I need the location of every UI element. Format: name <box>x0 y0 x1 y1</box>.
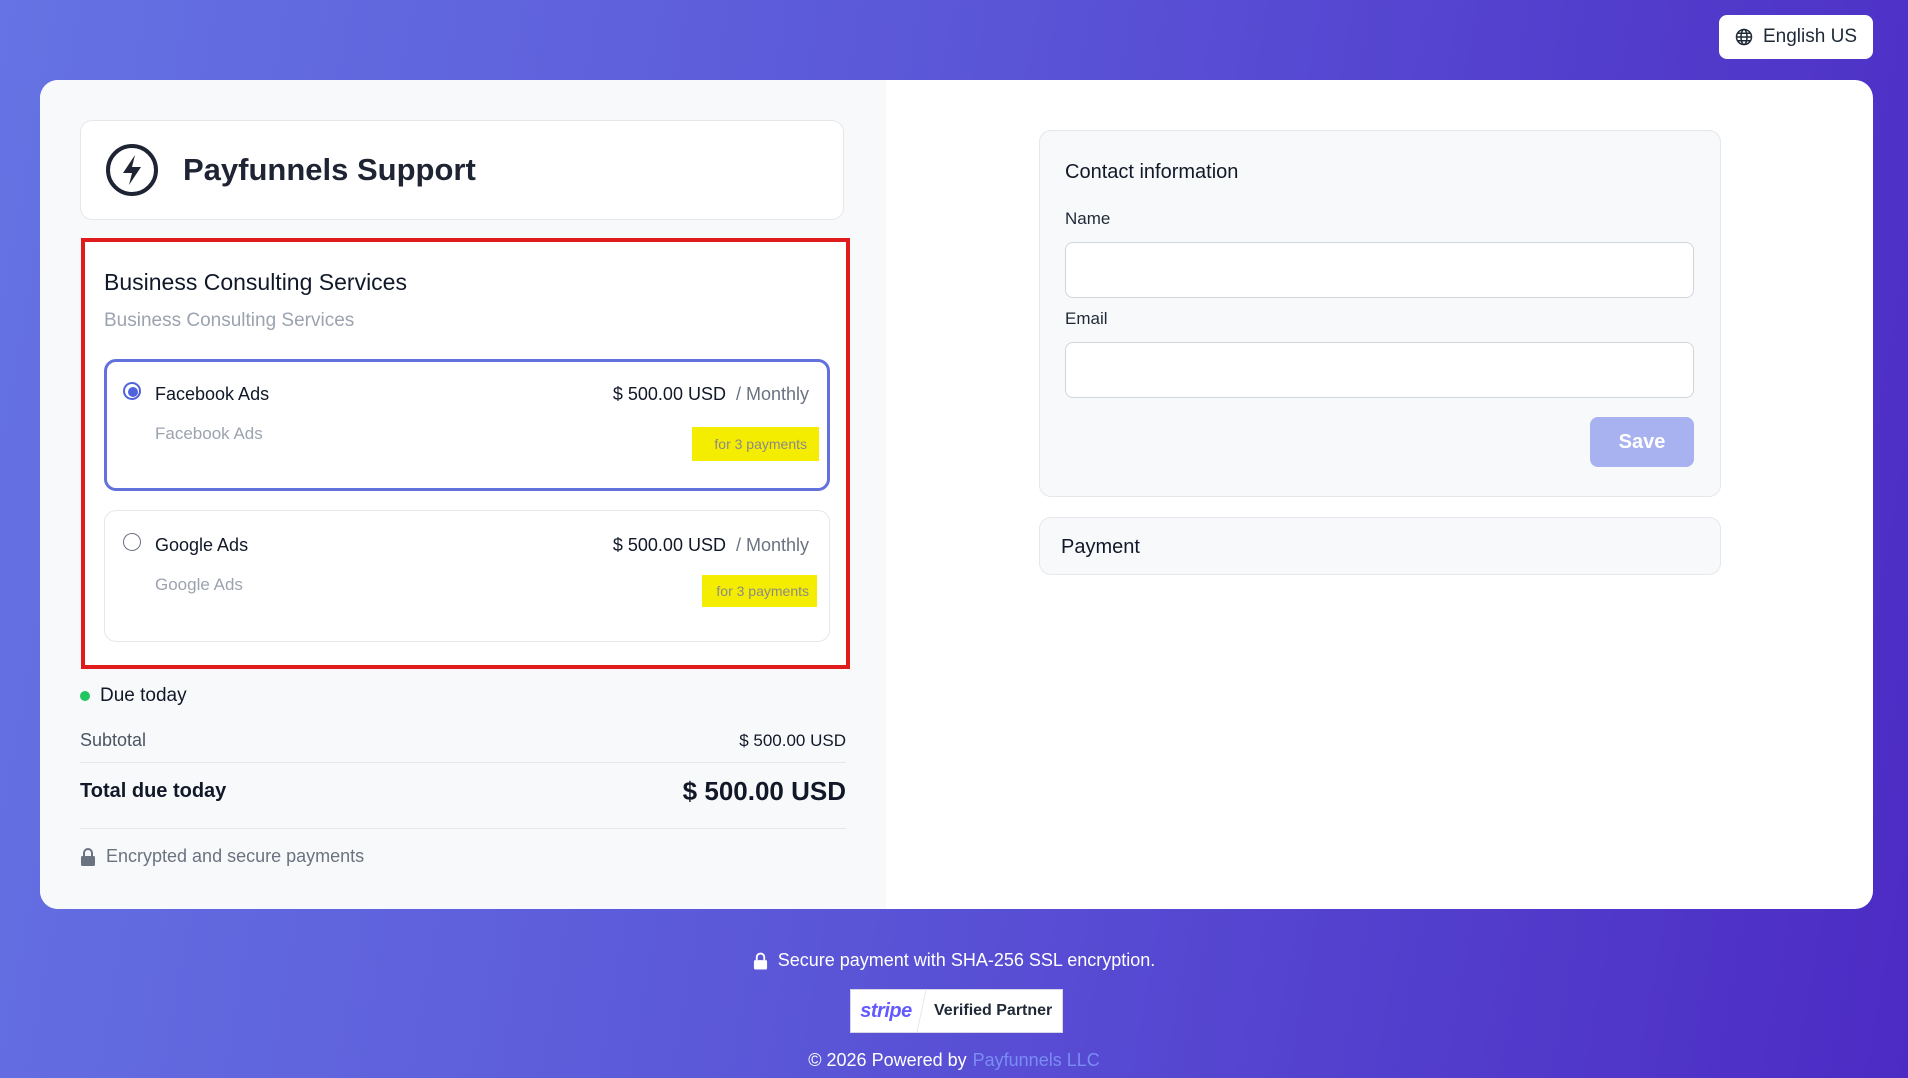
order-summary-panel: Payfunnels Support Business Consulting S… <box>40 80 886 909</box>
radio-button[interactable] <box>123 533 141 551</box>
lightning-bolt-icon <box>106 144 158 196</box>
radio-button-selected[interactable] <box>123 382 141 400</box>
company-link[interactable]: Payfunnels LLC <box>973 1050 1100 1070</box>
installments-badge: for 3 payments <box>702 575 817 607</box>
plan-period: / Monthly <box>735 535 809 555</box>
globe-icon <box>1735 28 1753 46</box>
contact-information-section: Contact information Name Email Save <box>1039 130 1721 497</box>
subtotal-row: Subtotal $ 500.00 USD <box>80 730 846 751</box>
save-button[interactable]: Save <box>1590 417 1694 467</box>
name-label: Name <box>1065 209 1111 228</box>
total-value: $ 500.00 USD <box>682 776 846 806</box>
plan-period: / Monthly <box>735 384 809 404</box>
lock-icon <box>81 847 95 866</box>
copyright: © 2026 Powered by Payfunnels LLC <box>808 1050 1100 1070</box>
brand-header: Payfunnels Support <box>80 120 844 220</box>
footer-secure-note: Secure payment with SHA-256 SSL encrypti… <box>0 950 1908 971</box>
language-label: English US <box>1763 26 1857 47</box>
product-title: Business Consulting Services <box>104 269 407 295</box>
payment-section[interactable]: Payment <box>1039 517 1721 575</box>
email-input[interactable] <box>1065 342 1694 398</box>
name-input[interactable] <box>1065 242 1694 298</box>
checkout-card: Payfunnels Support Business Consulting S… <box>40 80 1873 909</box>
brand-title: Payfunnels Support <box>183 152 476 187</box>
subtotal-value: $ 500.00 USD <box>739 730 846 750</box>
divider <box>80 828 846 829</box>
plan-name: Facebook Ads <box>155 384 270 404</box>
total-label: Total due today <box>80 780 227 802</box>
divider <box>80 762 846 763</box>
due-today-label: Due today <box>80 685 187 707</box>
stripe-verified-badge: stripe Verified Partner <box>850 989 1063 1033</box>
email-label: Email <box>1065 309 1108 328</box>
product-selection-box: Business Consulting Services Business Co… <box>81 238 850 669</box>
installments-badge: for 3 payments <box>692 427 819 461</box>
plan-option-facebook-ads[interactable]: Facebook Ads $ 500.00 USD / Monthly Faceb… <box>104 359 830 491</box>
stripe-logo: stripe <box>860 999 912 1022</box>
total-row: Total due today $ 500.00 USD <box>80 776 846 807</box>
product-subtitle: Business Consulting Services <box>104 310 355 331</box>
plan-description: Google Ads <box>155 575 243 594</box>
language-selector[interactable]: English US <box>1719 15 1873 59</box>
plan-price: $ 500.00 USD / Monthly <box>612 535 809 555</box>
lock-icon <box>753 952 767 969</box>
plan-description: Facebook Ads <box>155 424 263 443</box>
plan-name: Google Ads <box>155 535 249 555</box>
status-dot-icon <box>80 691 90 701</box>
secure-payments-note: Encrypted and secure payments <box>80 846 364 867</box>
verified-partner-label: Verified Partner <box>934 1002 1053 1019</box>
contact-title: Contact information <box>1065 161 1239 183</box>
plan-option-google-ads[interactable]: Google Ads $ 500.00 USD / Monthly Google … <box>104 510 830 642</box>
subtotal-label: Subtotal <box>80 730 147 750</box>
checkout-form-panel: Contact information Name Email Save Paym… <box>886 80 1873 909</box>
payment-title: Payment <box>1061 536 1140 558</box>
plan-price: $ 500.00 USD / Monthly <box>612 384 809 404</box>
